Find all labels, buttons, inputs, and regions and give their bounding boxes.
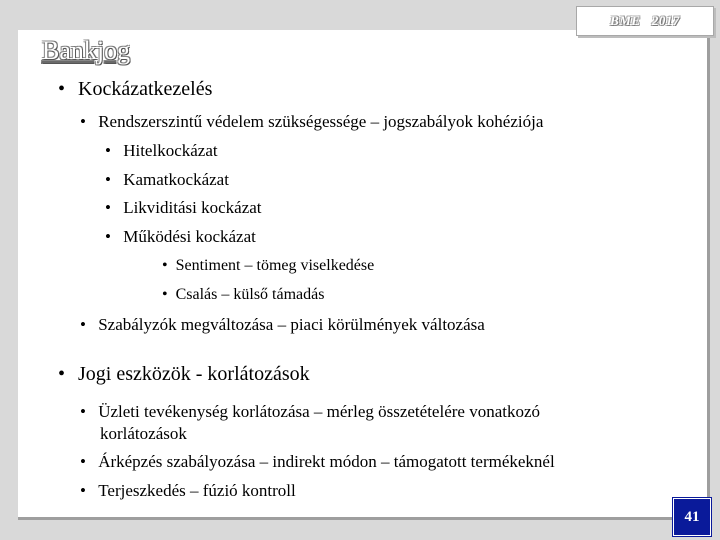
list-item: • Sentiment – tömeg viselkedése — [162, 257, 374, 275]
bullet: • — [80, 112, 86, 131]
bullet: • — [162, 286, 168, 303]
section2-heading-line: • Jogi eszközök - korlátozások — [58, 363, 310, 386]
list-item-text: Sentiment – tömeg viselkedése — [175, 257, 375, 274]
list-item-text: Üzleti tevékenység korlátozása – mérleg … — [98, 402, 541, 421]
slide-title: Bankjog — [42, 36, 131, 65]
list-item: • Üzleti tevékenység korlátozása – mérle… — [80, 402, 540, 422]
section1-heading: Kockázatkezelés — [78, 78, 213, 100]
list-item: • Árképzés szabályozása – indirekt módon… — [80, 452, 555, 472]
bullet: • — [58, 78, 66, 100]
list-item: • Rendszerszintű védelem szükségessége –… — [80, 112, 543, 132]
list-item-text: Szabályzók megváltozása – piaci körülmén… — [98, 315, 485, 334]
bullet: • — [105, 227, 111, 246]
list-item: • Kamatkockázat — [105, 170, 229, 190]
page-number-badge: 41 — [673, 498, 711, 536]
list-item: • Hitelkockázat — [105, 141, 218, 161]
list-item-text: Likviditási kockázat — [123, 198, 262, 217]
list-item-continuation: korlátozások — [100, 424, 187, 443]
bullet: • — [80, 452, 86, 471]
section2-heading: Jogi eszközök - korlátozások — [78, 363, 310, 385]
list-item-text: Rendszerszintű védelem szükségessége – j… — [98, 112, 544, 131]
list-item: • Csalás – külső támadás — [162, 286, 324, 304]
list-item-text: Hitelkockázat — [123, 141, 218, 160]
bullet: • — [80, 402, 86, 421]
list-item: • Likviditási kockázat — [105, 198, 262, 218]
bullet: • — [105, 141, 111, 160]
list-item: • Terjeszkedés – fúzió kontroll — [80, 481, 296, 501]
list-item-text: Működési kockázat — [123, 227, 256, 246]
bullet: • — [80, 315, 86, 334]
bullet: • — [80, 481, 86, 500]
bullet: • — [105, 170, 111, 189]
section1-heading-line: • Kockázatkezelés — [58, 78, 212, 101]
slide-frame — [18, 30, 710, 520]
bullet: • — [105, 198, 111, 217]
list-item-text: Terjeszkedés – fúzió kontroll — [98, 481, 296, 500]
list-item: • Működési kockázat — [105, 227, 256, 247]
header-box: BME 2017 — [576, 6, 714, 36]
list-item-text: Csalás – külső támadás — [175, 286, 325, 303]
bullet: • — [162, 257, 168, 274]
bullet: • — [58, 363, 66, 385]
header-text: BME 2017 — [610, 13, 680, 28]
list-item-text: Kamatkockázat — [123, 170, 229, 189]
list-item: • Szabályzók megváltozása – piaci körülm… — [80, 315, 485, 335]
list-item-text: Árképzés szabályozása – indirekt módon –… — [98, 452, 555, 471]
